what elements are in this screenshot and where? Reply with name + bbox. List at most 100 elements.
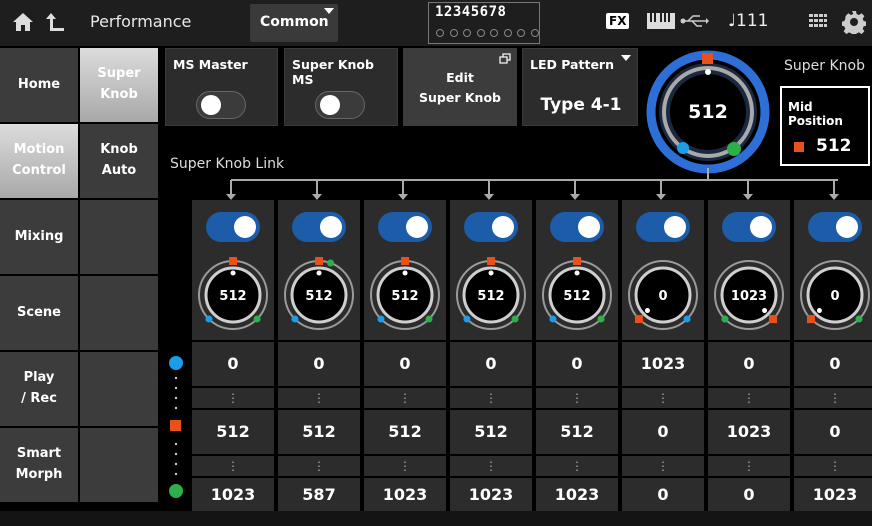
part-link-toggle[interactable] [722,212,776,242]
part-min-value[interactable]: 0 [536,342,618,386]
super-knob-ms-panel: Super Knob MS [284,48,398,126]
part-select-label: Common [260,14,329,30]
mid-square-icon [794,142,804,152]
nav-play-rec[interactable]: Play / Rec [0,352,78,426]
super-knob-dial[interactable]: 512 [646,50,770,174]
subnav-empty-4 [80,428,158,502]
part-knob-dial[interactable]: 512 [278,254,360,336]
part-mid-value[interactable]: 512 [450,410,532,454]
usb-icon [680,15,709,27]
grid-icon[interactable] [808,12,828,32]
edit-label-line2: Super Knob [419,90,501,105]
part-max-value[interactable]: 1023 [536,478,618,511]
dots-separator: ⋮ [622,388,704,408]
part-mid-value[interactable]: 0 [622,410,704,454]
min-marker-icon [463,315,471,323]
part-mid-value[interactable]: 1023 [708,410,790,454]
led-pattern-dropdown[interactable]: LED Pattern Type 4-1 [522,48,638,126]
dots-separator: ⋮ [450,456,532,476]
edit-super-knob-button[interactable]: Edit Super Knob [403,48,517,126]
keyboard-icon [647,13,675,29]
led-pattern-label: LED Pattern [530,57,614,72]
part-link-toggle[interactable] [206,212,260,242]
nav-smart-morph[interactable]: Smart Morph [0,428,78,502]
gear-icon[interactable] [842,10,866,34]
left-navigation: Home Motion Control Mixing Scene Play / … [0,46,160,511]
part-link-toggle[interactable] [636,212,690,242]
part-knob-dial[interactable]: 0 [794,254,872,336]
min-marker-icon [291,315,299,323]
max-marker-icon [597,315,605,323]
part-max-value[interactable]: 0 [622,478,704,511]
min-marker-icon [169,356,183,370]
min-marker-icon [377,315,385,323]
home-icon[interactable] [12,11,34,33]
dropdown-arrow-icon [621,55,631,61]
ms-master-label: MS Master [173,57,248,72]
dots-separator: ⋮ [192,456,274,476]
page-title: Performance [90,12,192,31]
mid-marker-icon [315,257,324,266]
part-select-dropdown[interactable]: Common [250,4,338,42]
super-knob-value: 512 [688,101,728,123]
part-link-toggle[interactable] [550,212,604,242]
subnav-super-knob[interactable]: Super Knob [80,48,158,122]
part-max-value[interactable]: 587 [278,478,360,511]
part-mid-value[interactable]: 512 [192,410,274,454]
dots-separator: ⋮ [536,456,618,476]
part-min-value[interactable]: 0 [708,342,790,386]
part-max-value[interactable]: 1023 [450,478,532,511]
part-link-toggle[interactable] [292,212,346,242]
part-max-value[interactable]: 1023 [364,478,446,511]
part-knob-value: 512 [477,289,504,304]
mid-position-field[interactable]: Mid Position 512 [780,86,870,166]
part-min-value[interactable]: 0 [364,342,446,386]
part-min-value[interactable]: 0 [794,342,872,386]
super-knob-ms-label: Super Knob MS [292,57,374,87]
ms-master-toggle[interactable] [196,91,246,119]
nav-home[interactable]: Home [0,48,78,122]
part-knob-value: 512 [391,289,418,304]
part-knob-dial[interactable]: 0 [622,254,704,336]
dots-separator: ⋮ [278,388,360,408]
part-link-toggle[interactable] [808,212,862,242]
nav-motion-control[interactable]: Motion Control [0,124,78,198]
part-mid-value[interactable]: 512 [536,410,618,454]
dots-separator: ⋮ [364,456,446,476]
part-knob-dial[interactable]: 1023 [708,254,790,336]
part-link-toggle[interactable] [378,212,432,242]
mid-marker-icon [634,315,643,324]
super-knob-ms-toggle[interactable] [315,91,365,119]
dots-separator: ⋮ [794,388,872,408]
part-knob-dial[interactable]: 512 [450,254,532,336]
nav-scene[interactable]: Scene [0,276,78,350]
mid-marker-icon [487,257,496,266]
tempo-display[interactable]: ♩111 [728,11,768,31]
fx-badge: FX [606,13,630,29]
max-marker-icon [727,142,741,156]
part-knob-dial[interactable]: 512 [364,254,446,336]
part-min-value[interactable]: 1023 [622,342,704,386]
part-min-value[interactable]: 0 [450,342,532,386]
part-mid-value[interactable]: 512 [278,410,360,454]
nav-mixing[interactable]: Mixing [0,200,78,274]
part-max-value[interactable]: 1023 [794,478,872,511]
part-knob-dial[interactable]: 512 [192,254,274,336]
part-min-value[interactable]: 0 [278,342,360,386]
knob-position-dot [574,270,580,276]
part-max-value[interactable]: 1023 [192,478,274,511]
part-min-value[interactable]: 0 [192,342,274,386]
part-mid-value[interactable]: 512 [364,410,446,454]
min-marker-icon [205,315,213,323]
ms-master-panel: MS Master [165,48,278,126]
subnav-knob-auto[interactable]: Knob Auto [80,124,158,198]
part-link-toggle[interactable] [464,212,518,242]
part-knob-dial[interactable]: 512 [536,254,618,336]
part-mid-value[interactable]: 0 [794,410,872,454]
super-knob-title: Super Knob [784,58,865,74]
up-arrow-icon[interactable] [44,10,68,34]
part-max-value[interactable]: 0 [708,478,790,511]
dropdown-arrow-icon [324,8,334,14]
knob-position-dot [230,270,236,276]
dots-separator: ⋮ [708,388,790,408]
